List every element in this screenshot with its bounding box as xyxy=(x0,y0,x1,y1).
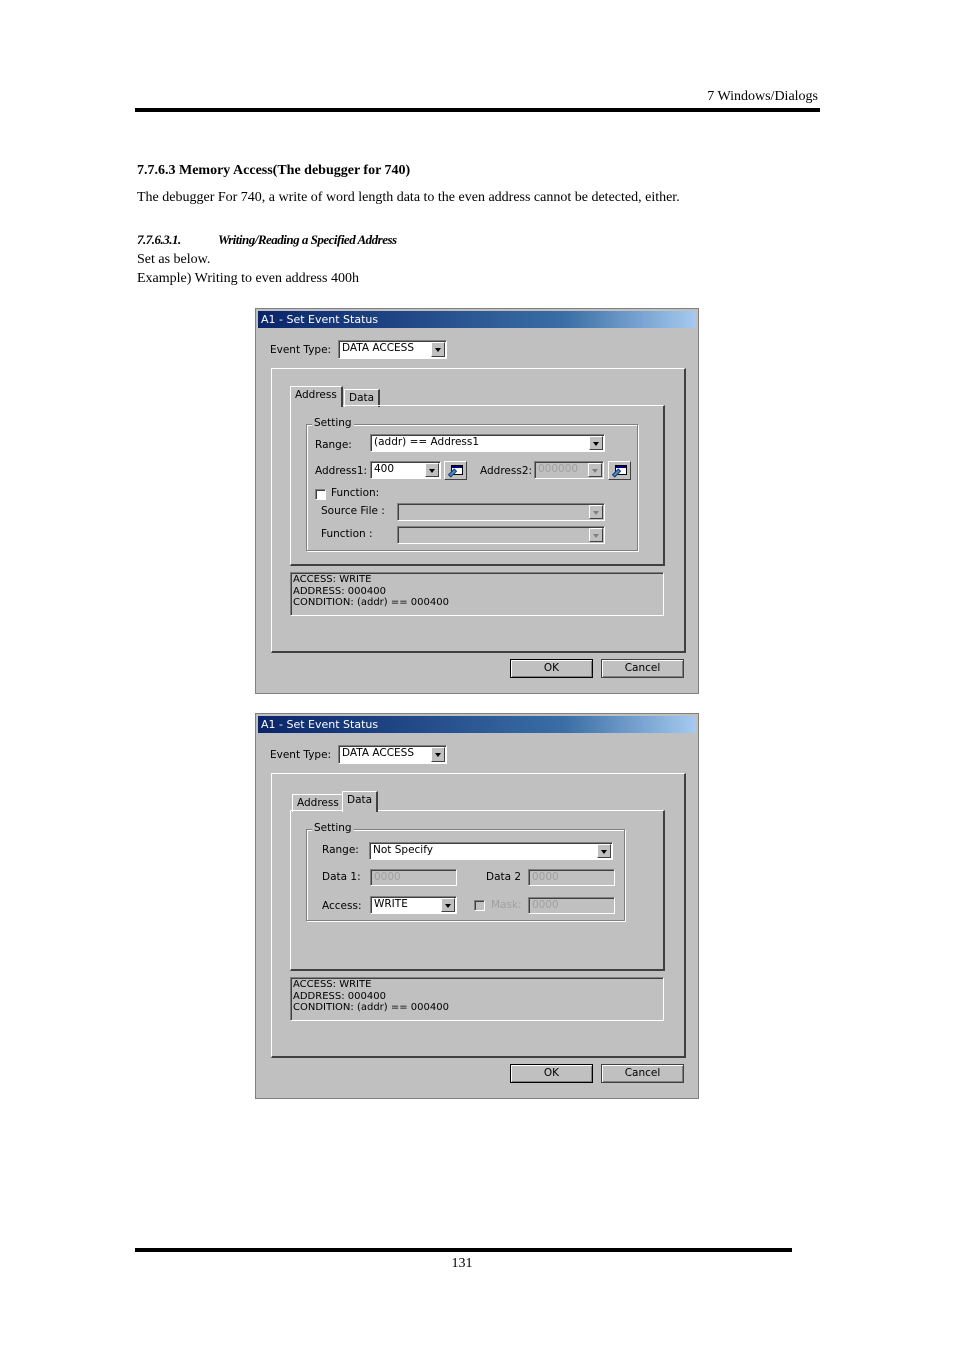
example-text: Example) Writing to even address 400h xyxy=(137,271,359,286)
chevron-down-icon[interactable] xyxy=(589,436,603,450)
address2-value: 000000 xyxy=(538,463,579,475)
set-event-status-dialog-address: A1 - Set Event Status Event Type: DATA A… xyxy=(255,308,699,694)
event-type-label: Event Type: xyxy=(270,344,332,356)
event-type-select[interactable]: DATA ACCESS xyxy=(338,745,447,764)
chevron-down-icon[interactable] xyxy=(431,342,445,357)
source-file-select[interactable] xyxy=(397,503,605,521)
data1-field[interactable]: 0000 xyxy=(370,869,457,886)
subsection-title: Writing/Reading a Specified Address xyxy=(218,232,397,247)
mask-label: Mask: xyxy=(491,899,522,911)
dialog-title-bar[interactable]: A1 - Set Event Status xyxy=(258,311,696,328)
mask-value: 0000 xyxy=(532,899,559,911)
address2-label: Address2: xyxy=(480,465,533,477)
event-type-select[interactable]: DATA ACCESS xyxy=(338,340,447,359)
event-type-label: Event Type: xyxy=(270,749,332,761)
function-checkbox-label: Function: xyxy=(331,487,380,499)
subsection-number: 7.7.6.3.1. xyxy=(137,232,181,247)
running-header: 7 Windows/Dialogs xyxy=(707,89,818,104)
event-type-value: DATA ACCESS xyxy=(342,747,415,759)
summary-line-access: ACCESS: WRITE xyxy=(293,979,372,990)
range-select[interactable]: Not Specify xyxy=(369,842,613,860)
chevron-down-icon[interactable] xyxy=(441,898,455,912)
mask-checkbox[interactable] xyxy=(474,900,485,911)
summary-line-address: ADDRESS: 000400 xyxy=(293,990,386,1002)
intro-paragraph: The debugger For 740, a write of word le… xyxy=(137,190,680,205)
chevron-down-icon xyxy=(589,505,603,519)
access-value: WRITE xyxy=(374,898,408,910)
setting-legend: Setting xyxy=(312,417,354,429)
summary-line-access: ACCESS: WRITE xyxy=(293,574,372,585)
summary-line-condition: CONDITION: (addr) == 000400 xyxy=(293,1002,449,1013)
cancel-button[interactable]: Cancel xyxy=(601,659,684,678)
address2-combo[interactable]: 000000 xyxy=(534,461,604,479)
footer-rule xyxy=(135,1248,792,1252)
range-select[interactable]: (addr) == Address1 xyxy=(370,434,605,452)
set-event-status-dialog-data: A1 - Set Event Status Event Type: DATA A… xyxy=(255,713,699,1099)
summary-line-address: ADDRESS: 000400 xyxy=(293,585,386,597)
address1-browse-button[interactable] xyxy=(444,461,467,480)
chevron-down-icon[interactable] xyxy=(431,747,445,762)
data1-value: 0000 xyxy=(374,871,401,883)
setting-legend: Setting xyxy=(312,822,354,834)
event-type-value: DATA ACCESS xyxy=(342,342,415,354)
function-select[interactable] xyxy=(397,526,605,544)
data2-value: 0000 xyxy=(532,871,559,883)
ok-button[interactable]: OK xyxy=(510,1064,593,1083)
chevron-down-icon xyxy=(589,528,603,542)
chevron-down-icon[interactable] xyxy=(597,844,611,858)
data2-label: Data 2 xyxy=(486,871,522,883)
source-file-label: Source File : xyxy=(321,505,385,517)
range-value: (addr) == Address1 xyxy=(374,436,480,448)
access-select[interactable]: WRITE xyxy=(370,896,457,914)
tab-address[interactable]: Address xyxy=(290,386,343,407)
function-checkbox[interactable] xyxy=(315,489,326,500)
address2-browse-button[interactable] xyxy=(608,461,631,480)
page-number: 131 xyxy=(451,1256,473,1271)
data2-field[interactable]: 0000 xyxy=(528,869,615,886)
ok-button[interactable]: OK xyxy=(510,659,593,678)
chevron-down-icon[interactable] xyxy=(425,463,439,477)
condition-summary: ACCESS: WRITE ADDRESS: 000400 CONDITION:… xyxy=(290,977,664,1021)
address1-value: 400 xyxy=(374,463,395,475)
address1-combo[interactable]: 400 xyxy=(370,461,441,479)
dialog-title-bar[interactable]: A1 - Set Event Status xyxy=(258,716,696,733)
range-label: Range: xyxy=(315,439,352,451)
header-rule xyxy=(135,108,820,112)
cancel-button[interactable]: Cancel xyxy=(601,1064,684,1083)
chevron-down-icon xyxy=(588,463,602,477)
data1-label: Data 1: xyxy=(322,871,361,883)
set-as-below-text: Set as below. xyxy=(137,252,211,267)
condition-summary: ACCESS: WRITE ADDRESS: 000400 CONDITION:… xyxy=(290,572,664,616)
function-label: Function : xyxy=(321,528,373,540)
address1-label: Address1: xyxy=(315,465,368,477)
mask-field[interactable]: 0000 xyxy=(528,897,615,914)
access-label: Access: xyxy=(322,900,362,912)
range-value: Not Specify xyxy=(373,844,433,856)
summary-line-condition: CONDITION: (addr) == 000400 xyxy=(293,597,449,608)
range-label: Range: xyxy=(322,844,359,856)
section-heading: 7.7.6.3 Memory Access(The debugger for 7… xyxy=(137,163,411,178)
tab-data[interactable]: Data xyxy=(342,791,379,812)
